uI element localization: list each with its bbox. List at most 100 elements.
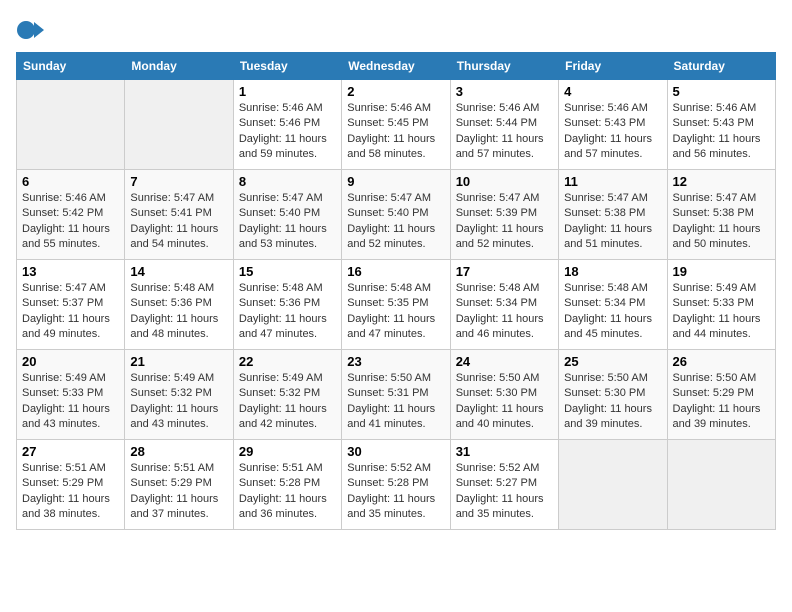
day-number: 18 xyxy=(564,264,661,279)
day-info: Sunrise: 5:48 AMSunset: 5:36 PMDaylight:… xyxy=(239,281,336,343)
logo-icon xyxy=(16,16,44,44)
day-number: 29 xyxy=(239,444,336,459)
day-cell: 3Sunrise: 5:46 AMSunset: 5:44 PMDaylight… xyxy=(450,80,558,170)
header-cell-saturday: Saturday xyxy=(667,53,775,80)
day-number: 6 xyxy=(22,174,119,189)
day-info: Sunrise: 5:47 AMSunset: 5:40 PMDaylight:… xyxy=(347,191,444,253)
day-cell xyxy=(17,80,125,170)
week-row-1: 1 Sunrise: 5:46 AMSunset: 5:46 PMDaylight… xyxy=(17,80,776,170)
day-info: Sunrise: 5:47 AMSunset: 5:38 PMDaylight:… xyxy=(564,191,661,253)
logo xyxy=(16,16,48,44)
day-cell: 15 Sunrise: 5:48 AMSunset: 5:36 PMDayligh… xyxy=(233,260,341,350)
day-cell xyxy=(125,80,233,170)
day-number: 31 xyxy=(456,444,553,459)
day-cell: 29 Sunrise: 5:51 AMSunset: 5:28 PMDayligh… xyxy=(233,440,341,530)
day-info: Sunrise: 5:46 AMSunset: 5:43 PMDaylight:… xyxy=(673,101,770,163)
day-cell: 24 Sunrise: 5:50 AMSunset: 5:30 PMDayligh… xyxy=(450,350,558,440)
day-number: 22 xyxy=(239,354,336,369)
header-cell-sunday: Sunday xyxy=(17,53,125,80)
day-number: 9 xyxy=(347,174,444,189)
day-info: Sunrise: 5:52 AMSunset: 5:27 PMDaylight:… xyxy=(456,461,553,523)
day-info: Sunrise: 5:51 AMSunset: 5:29 PMDaylight:… xyxy=(22,461,119,523)
day-cell: 4 Sunrise: 5:46 AMSunset: 5:43 PMDaylight… xyxy=(559,80,667,170)
day-cell xyxy=(559,440,667,530)
day-number: 2 xyxy=(347,84,444,99)
day-info: Sunrise: 5:50 AMSunset: 5:30 PMDaylight:… xyxy=(564,371,661,433)
page-header xyxy=(16,16,776,44)
day-cell: 30Sunrise: 5:52 AMSunset: 5:28 PMDayligh… xyxy=(342,440,450,530)
day-cell: 20 Sunrise: 5:49 AMSunset: 5:33 PMDayligh… xyxy=(17,350,125,440)
day-info: Sunrise: 5:48 AMSunset: 5:34 PMDaylight:… xyxy=(564,281,661,343)
day-number: 27 xyxy=(22,444,119,459)
day-info: Sunrise: 5:46 AMSunset: 5:45 PMDaylight:… xyxy=(347,101,444,163)
day-cell: 8Sunrise: 5:47 AMSunset: 5:40 PMDaylight… xyxy=(233,170,341,260)
day-number: 28 xyxy=(130,444,227,459)
day-cell: 13 Sunrise: 5:47 AMSunset: 5:37 PMDayligh… xyxy=(17,260,125,350)
week-row-3: 13 Sunrise: 5:47 AMSunset: 5:37 PMDayligh… xyxy=(17,260,776,350)
day-cell: 22 Sunrise: 5:49 AMSunset: 5:32 PMDayligh… xyxy=(233,350,341,440)
day-info: Sunrise: 5:49 AMSunset: 5:33 PMDaylight:… xyxy=(673,281,770,343)
day-number: 15 xyxy=(239,264,336,279)
day-info: Sunrise: 5:51 AMSunset: 5:29 PMDaylight:… xyxy=(130,461,227,523)
header-cell-thursday: Thursday xyxy=(450,53,558,80)
day-info: Sunrise: 5:48 AMSunset: 5:34 PMDaylight:… xyxy=(456,281,553,343)
day-info: Sunrise: 5:48 AMSunset: 5:36 PMDaylight:… xyxy=(130,281,227,343)
day-info: Sunrise: 5:47 AMSunset: 5:40 PMDaylight:… xyxy=(239,191,336,253)
day-cell: 11 Sunrise: 5:47 AMSunset: 5:38 PMDayligh… xyxy=(559,170,667,260)
day-info: Sunrise: 5:46 AMSunset: 5:42 PMDaylight:… xyxy=(22,191,119,253)
day-number: 10 xyxy=(456,174,553,189)
day-info: Sunrise: 5:46 AMSunset: 5:46 PMDaylight:… xyxy=(239,101,336,163)
day-cell: 17 Sunrise: 5:48 AMSunset: 5:34 PMDayligh… xyxy=(450,260,558,350)
day-info: Sunrise: 5:51 AMSunset: 5:28 PMDaylight:… xyxy=(239,461,336,523)
day-info: Sunrise: 5:46 AMSunset: 5:43 PMDaylight:… xyxy=(564,101,661,163)
day-number: 7 xyxy=(130,174,227,189)
day-number: 19 xyxy=(673,264,770,279)
day-cell: 18 Sunrise: 5:48 AMSunset: 5:34 PMDayligh… xyxy=(559,260,667,350)
day-cell: 7 Sunrise: 5:47 AMSunset: 5:41 PMDaylight… xyxy=(125,170,233,260)
day-cell: 26Sunrise: 5:50 AMSunset: 5:29 PMDayligh… xyxy=(667,350,775,440)
day-info: Sunrise: 5:49 AMSunset: 5:33 PMDaylight:… xyxy=(22,371,119,433)
week-row-4: 20 Sunrise: 5:49 AMSunset: 5:33 PMDayligh… xyxy=(17,350,776,440)
calendar-body: 1 Sunrise: 5:46 AMSunset: 5:46 PMDaylight… xyxy=(17,80,776,530)
day-cell: 19 Sunrise: 5:49 AMSunset: 5:33 PMDayligh… xyxy=(667,260,775,350)
day-info: Sunrise: 5:48 AMSunset: 5:35 PMDaylight:… xyxy=(347,281,444,343)
calendar-table: SundayMondayTuesdayWednesdayThursdayFrid… xyxy=(16,52,776,530)
day-number: 1 xyxy=(239,84,336,99)
day-cell: 14Sunrise: 5:48 AMSunset: 5:36 PMDayligh… xyxy=(125,260,233,350)
day-info: Sunrise: 5:47 AMSunset: 5:39 PMDaylight:… xyxy=(456,191,553,253)
day-cell: 1 Sunrise: 5:46 AMSunset: 5:46 PMDaylight… xyxy=(233,80,341,170)
day-cell: 9 Sunrise: 5:47 AMSunset: 5:40 PMDaylight… xyxy=(342,170,450,260)
header-cell-monday: Monday xyxy=(125,53,233,80)
calendar-header: SundayMondayTuesdayWednesdayThursdayFrid… xyxy=(17,53,776,80)
day-number: 26 xyxy=(673,354,770,369)
day-number: 13 xyxy=(22,264,119,279)
day-info: Sunrise: 5:50 AMSunset: 5:30 PMDaylight:… xyxy=(456,371,553,433)
day-cell: 5Sunrise: 5:46 AMSunset: 5:43 PMDaylight… xyxy=(667,80,775,170)
day-number: 20 xyxy=(22,354,119,369)
day-number: 11 xyxy=(564,174,661,189)
day-number: 16 xyxy=(347,264,444,279)
day-info: Sunrise: 5:47 AMSunset: 5:41 PMDaylight:… xyxy=(130,191,227,253)
day-number: 21 xyxy=(130,354,227,369)
day-info: Sunrise: 5:49 AMSunset: 5:32 PMDaylight:… xyxy=(239,371,336,433)
day-cell: 21 Sunrise: 5:49 AMSunset: 5:32 PMDayligh… xyxy=(125,350,233,440)
header-cell-friday: Friday xyxy=(559,53,667,80)
day-cell: 23Sunrise: 5:50 AMSunset: 5:31 PMDayligh… xyxy=(342,350,450,440)
day-info: Sunrise: 5:49 AMSunset: 5:32 PMDaylight:… xyxy=(130,371,227,433)
day-number: 12 xyxy=(673,174,770,189)
day-number: 4 xyxy=(564,84,661,99)
day-cell: 12Sunrise: 5:47 AMSunset: 5:38 PMDayligh… xyxy=(667,170,775,260)
day-cell: 10 Sunrise: 5:47 AMSunset: 5:39 PMDayligh… xyxy=(450,170,558,260)
day-info: Sunrise: 5:47 AMSunset: 5:37 PMDaylight:… xyxy=(22,281,119,343)
day-number: 25 xyxy=(564,354,661,369)
day-number: 17 xyxy=(456,264,553,279)
day-cell: 27 Sunrise: 5:51 AMSunset: 5:29 PMDayligh… xyxy=(17,440,125,530)
day-number: 3 xyxy=(456,84,553,99)
week-row-2: 6 Sunrise: 5:46 AMSunset: 5:42 PMDaylight… xyxy=(17,170,776,260)
day-cell: 6 Sunrise: 5:46 AMSunset: 5:42 PMDaylight… xyxy=(17,170,125,260)
day-number: 24 xyxy=(456,354,553,369)
day-cell xyxy=(667,440,775,530)
header-cell-tuesday: Tuesday xyxy=(233,53,341,80)
header-row: SundayMondayTuesdayWednesdayThursdayFrid… xyxy=(17,53,776,80)
day-cell: 2 Sunrise: 5:46 AMSunset: 5:45 PMDaylight… xyxy=(342,80,450,170)
